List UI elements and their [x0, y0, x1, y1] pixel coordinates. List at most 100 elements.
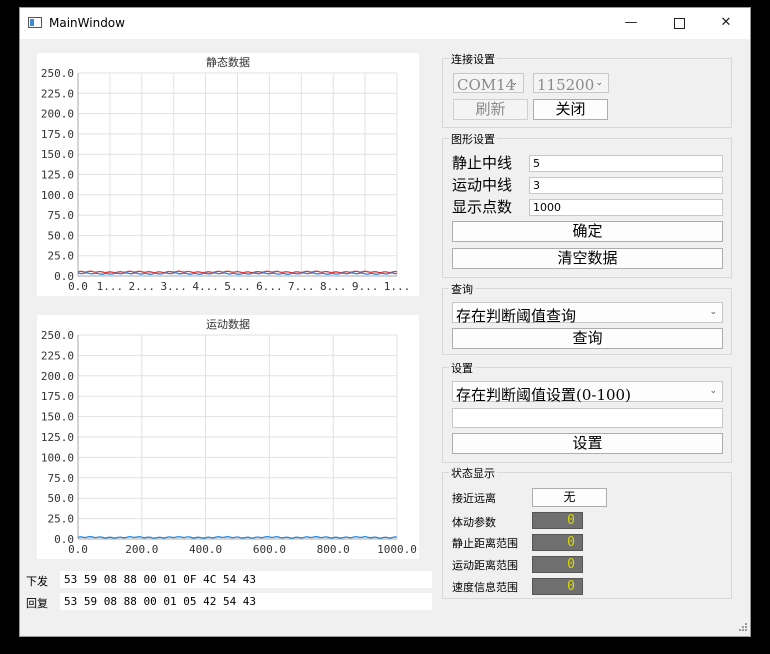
- static-y-tick-label: 150.0: [41, 148, 74, 161]
- static-y-tick-label: 225.0: [41, 87, 74, 100]
- motion-x-tick-label: 600.0: [253, 543, 286, 556]
- chevron-down-icon: ⌄: [595, 78, 603, 88]
- clear-data-button[interactable]: 清空数据: [452, 248, 723, 269]
- minimize-button[interactable]: —: [611, 11, 651, 35]
- ok-button[interactable]: 确定: [452, 221, 723, 242]
- port-select[interactable]: COM14 ⌄: [453, 73, 524, 94]
- static-x-tick-label: 1...: [97, 280, 124, 293]
- static-y-tick-label: 125.0: [41, 169, 74, 182]
- body-param-display: 0: [532, 512, 583, 529]
- query-type-select[interactable]: 存在判断阈值查询 ⌄: [452, 302, 723, 325]
- static-range-label: 静止距离范围: [452, 537, 518, 550]
- window-title: MainWindow: [49, 16, 125, 30]
- resize-grip-icon[interactable]: [737, 623, 747, 633]
- static-y-tick-label: 100.0: [41, 189, 74, 202]
- motion-y-tick-label: 200.0: [41, 370, 74, 383]
- connection-group-title: 连接设置: [449, 51, 497, 67]
- static-data-chart: 静态数据 250.0 225.0 200.0 175.0 150.0 125.0 100.0…: [37, 53, 419, 296]
- motion-series-line-0: [77, 535, 398, 539]
- motion-x-tick-label: 200.0: [125, 543, 158, 556]
- static-x-tick-label: 0.0: [68, 280, 88, 293]
- motion-x-tick-label: 400.0: [189, 543, 222, 556]
- motion-y-tick-label: 125.0: [41, 431, 74, 444]
- chevron-down-icon: ⌄: [709, 307, 717, 317]
- motion-chart-plot: 250.0 225.0 200.0 175.0 150.0 125.0 100.0 75.0 5…: [41, 329, 417, 556]
- graph-settings-group: 图形设置 静止中线 5 运动中线 3 显示点数 1000 确定 清空数据: [442, 131, 732, 278]
- setting-type-select[interactable]: 存在判断阈值设置(0-100) ⌄: [452, 381, 723, 404]
- port-select-value: COM14: [457, 76, 516, 94]
- send-value-field[interactable]: 53 59 08 88 00 01 0F 4C 54 43: [60, 571, 432, 588]
- settings-group: 设置 存在判断阈值设置(0-100) ⌄ 设置: [442, 360, 732, 463]
- static-x-tick-label: 6...: [256, 280, 283, 293]
- graph-group-title: 图形设置: [449, 131, 497, 147]
- static-x-tick-label: 8...: [320, 280, 347, 293]
- close-connection-button[interactable]: 关闭: [533, 99, 608, 120]
- body-param-label: 体动参数: [452, 516, 496, 529]
- reply-row: 回复 53 59 08 88 00 01 05 42 54 43: [26, 593, 432, 611]
- static-mid-input[interactable]: 5: [529, 155, 723, 172]
- chevron-down-icon: ⌄: [510, 78, 518, 88]
- motion-mid-label: 运动中线: [452, 176, 513, 194]
- status-group-title: 状态显示: [449, 465, 497, 481]
- speed-range-display: 0: [532, 578, 583, 595]
- points-input[interactable]: 1000: [529, 199, 723, 216]
- static-y-tick-label: 250.0: [41, 67, 74, 80]
- static-x-tick-label: 2...: [129, 280, 156, 293]
- query-button[interactable]: 查询: [452, 328, 723, 349]
- refresh-button[interactable]: 刷新: [453, 99, 528, 120]
- points-label: 显示点数: [452, 198, 513, 216]
- motion-x-tick-label: 0.0: [68, 543, 88, 556]
- setting-value-input[interactable]: [452, 408, 723, 428]
- maximize-icon: [673, 18, 685, 29]
- motion-y-tick-label: 100.0: [41, 451, 74, 464]
- motion-y-tick-label: 25.0: [48, 513, 75, 526]
- query-group-title: 查询: [449, 281, 475, 297]
- motion-y-tick-label: 225.0: [41, 349, 74, 362]
- send-row: 下发 53 59 08 88 00 01 0F 4C 54 43: [26, 571, 432, 589]
- static-y-tick-label: 50.0: [48, 229, 75, 242]
- settings-group-title: 设置: [449, 360, 475, 376]
- status-group: 状态显示 接近远离 无 体动参数 0 静止距离范围 0 运动距离范围 0 速度信…: [442, 465, 732, 599]
- static-chart-plot: 250.0 225.0 200.0 175.0 150.0 125.0 100.0 75.0 5…: [41, 67, 411, 293]
- query-type-value: 存在判断阈值查询: [456, 307, 577, 325]
- set-button[interactable]: 设置: [452, 433, 723, 454]
- static-x-tick-label: 3...: [160, 280, 187, 293]
- motion-y-tick-label: 50.0: [48, 492, 75, 505]
- static-y-tick-label: 200.0: [41, 108, 74, 121]
- chevron-down-icon: ⌄: [709, 386, 717, 396]
- static-x-tick-label: 1...: [384, 280, 411, 293]
- motion-data-chart: 运动数据 250.0 225.0 200.0 175.0 150.0 125.0 100.0…: [37, 315, 419, 559]
- motion-x-tick-label: 1000.0: [377, 543, 417, 556]
- motion-y-tick-label: 175.0: [41, 390, 74, 403]
- reply-value-field[interactable]: 53 59 08 88 00 01 05 42 54 43: [60, 593, 432, 610]
- static-y-tick-label: 75.0: [48, 209, 75, 222]
- connection-group: 连接设置 COM14 ⌄ 115200 ⌄ 刷新 关闭: [442, 51, 732, 128]
- reply-label: 回复: [26, 597, 48, 610]
- static-x-tick-label: 7...: [288, 280, 315, 293]
- title-bar: MainWindow — ✕: [20, 8, 750, 39]
- motion-mid-input[interactable]: 3: [529, 177, 723, 194]
- setting-type-value: 存在判断阈值设置(0-100): [456, 386, 631, 404]
- maximize-button[interactable]: [659, 11, 699, 35]
- motion-y-tick-label: 250.0: [41, 329, 74, 342]
- approach-value-button[interactable]: 无: [532, 488, 607, 507]
- static-range-display: 0: [532, 534, 583, 551]
- approach-label: 接近远离: [452, 492, 496, 505]
- static-x-tick-label: 4...: [192, 280, 219, 293]
- baud-select-value: 115200: [537, 76, 595, 94]
- speed-range-label: 速度信息范围: [452, 581, 518, 594]
- static-x-tick-label: 5...: [224, 280, 251, 293]
- close-window-button[interactable]: ✕: [706, 11, 746, 35]
- static-y-tick-label: 25.0: [48, 250, 75, 263]
- app-window-icon: [28, 17, 42, 28]
- motion-x-tick-label: 800.0: [317, 543, 350, 556]
- baud-select[interactable]: 115200 ⌄: [533, 73, 609, 94]
- static-y-tick-label: 175.0: [41, 128, 74, 141]
- static-mid-label: 静止中线: [452, 154, 513, 172]
- static-x-tick-label: 9...: [352, 280, 379, 293]
- motion-range-display: 0: [532, 556, 583, 573]
- send-label: 下发: [26, 575, 48, 588]
- main-window: MainWindow — ✕ 静态数据 250.0 225.0 200.0 175.0…: [19, 7, 751, 637]
- query-group: 查询 存在判断阈值查询 ⌄ 查询: [442, 281, 732, 355]
- motion-y-tick-label: 75.0: [48, 472, 75, 485]
